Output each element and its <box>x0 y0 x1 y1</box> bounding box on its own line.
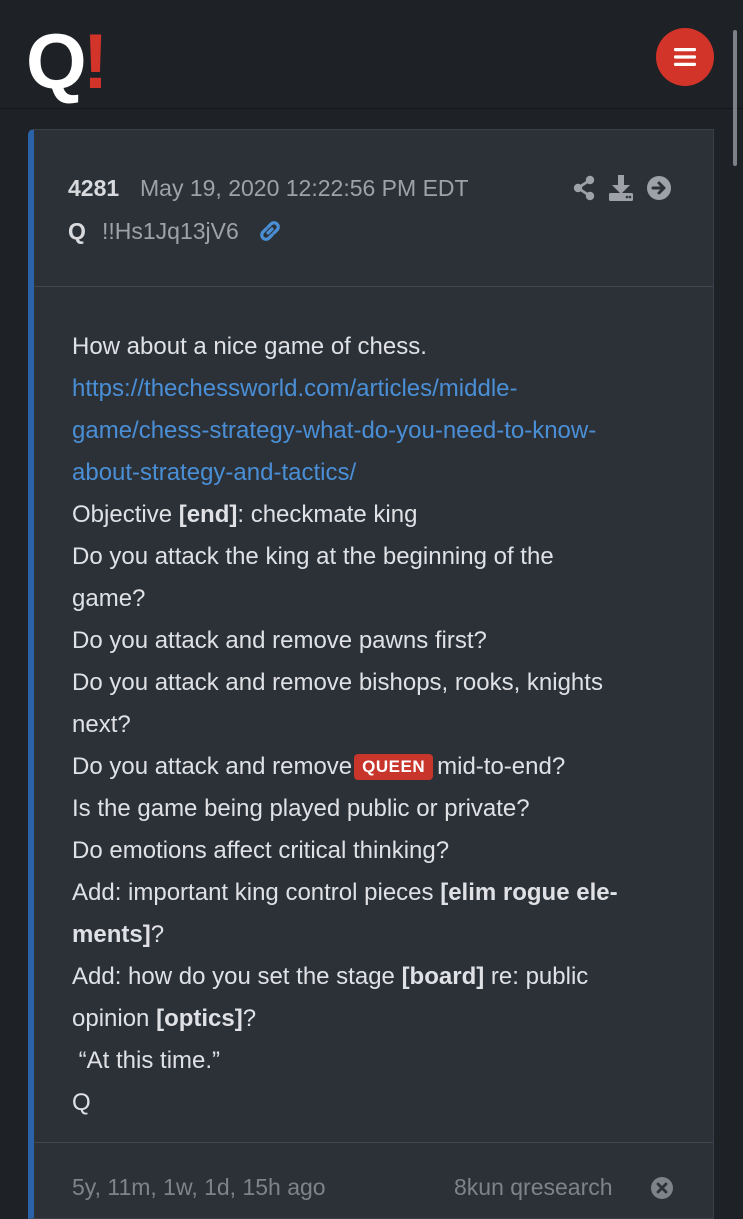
text-fragment: opinion <box>72 1005 157 1032</box>
post-line: Add: important king control pieces [elim… <box>72 872 682 914</box>
arrow-right-circle-icon[interactable] <box>646 175 672 201</box>
post-link[interactable]: about-strategy-and-tactics/ <box>72 452 682 494</box>
text-fragment: ? <box>150 921 165 948</box>
post-signature: Q <box>72 1089 91 1116</box>
post-source[interactable]: 8kun qresearch <box>454 1174 613 1201</box>
close-circle-icon[interactable] <box>650 1176 674 1200</box>
footer-divider <box>34 1142 714 1143</box>
hamburger-icon <box>674 48 696 66</box>
text-fragment: re: public <box>484 963 589 990</box>
bracket-tag: [board] <box>401 963 485 990</box>
post-link[interactable]: game/chess-strategy-what-do-you-need-to-… <box>72 410 682 452</box>
post-age: 5y, 11m, 1w, 1d, 15h ago <box>72 1174 326 1200</box>
site-logo[interactable]: Q! <box>26 17 109 105</box>
post-header: 4281 May 19, 2020 12:22:56 PM EDT Q !!Hs… <box>34 130 714 287</box>
post-line: How about a nice game of chess. <box>72 333 427 360</box>
post-line: ments]? <box>72 914 682 956</box>
post-line: next? <box>72 711 131 738</box>
bracket-tag: [end] <box>178 501 238 528</box>
post-line: Is the game being played public or priva… <box>72 795 530 822</box>
text-fragment: mid-to-end? <box>437 753 566 780</box>
post-number[interactable]: 4281 <box>68 175 119 202</box>
queen-badge: QUEEN <box>354 754 434 780</box>
download-icon[interactable] <box>608 174 634 202</box>
post-line: Do you attack and remove pawns first? <box>72 627 487 654</box>
post-line: Objective [end]: checkmate king <box>72 494 682 536</box>
post-tripcode: !!Hs1Jq13jV6 <box>102 218 239 244</box>
text-fragment: ? <box>242 1005 257 1032</box>
post-link[interactable]: https://thechessworld.com/articles/middl… <box>72 368 682 410</box>
post-body: How about a nice game of chess. https://… <box>72 326 682 1124</box>
post-line: Do you attack and remove QUEEN mid-to-end? <box>72 746 682 788</box>
post-card: 4281 May 19, 2020 12:22:56 PM EDT Q !!Hs… <box>28 129 714 1219</box>
bracket-tag: [optics] <box>156 1005 243 1032</box>
top-bar: Q! <box>0 0 743 109</box>
logo-mark: ! <box>82 17 109 105</box>
share-icon[interactable] <box>572 175 596 201</box>
post-line: Do you attack and remove bishops, rooks,… <box>72 669 603 696</box>
bracket-tag: ments] <box>72 921 151 948</box>
text-fragment: Add: important king control pieces <box>72 879 441 906</box>
post-line: opinion [optics]? <box>72 998 682 1040</box>
post-line: “At this time.” <box>72 1047 221 1074</box>
text-fragment: Do you attack and remove <box>72 753 353 780</box>
text-fragment: Objective <box>72 501 179 528</box>
scrollbar[interactable] <box>733 30 737 166</box>
post-line: game? <box>72 585 146 612</box>
bracket-tag: [elim rogue ele- <box>440 879 618 906</box>
post-line: Do emotions affect critical thinking? <box>72 837 450 864</box>
post-author: Q <box>68 218 86 244</box>
text-fragment: Add: how do you set the stage <box>72 963 402 990</box>
logo-letter: Q <box>26 17 87 105</box>
post-date: May 19, 2020 12:22:56 PM EDT <box>140 175 469 201</box>
menu-button[interactable] <box>656 28 714 86</box>
post-line: Do you attack the king at the beginning … <box>72 543 554 570</box>
text-fragment: : checkmate king <box>237 501 418 528</box>
link-icon[interactable] <box>256 218 284 244</box>
post-line: Add: how do you set the stage [board] re… <box>72 956 682 998</box>
